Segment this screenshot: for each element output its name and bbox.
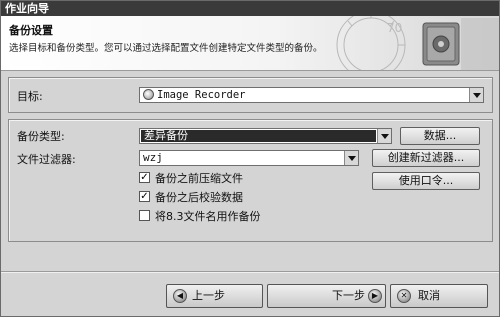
next-label: 下一步 — [332, 289, 365, 302]
page-description: 选择目标和备份类型。您可以通过选择配置文件创建特定文件类型的备份。 — [9, 43, 323, 54]
job-wizard-window: 作业向导 备份设置 选择目标和备份类型。您可以通过选择配置文件创建特定文件类型的… — [0, 0, 500, 317]
page-title: 备份设置 — [9, 24, 53, 37]
short-filename-label: 将8.3文件名用作备份 — [155, 210, 261, 223]
safe-illustration-icon: 70 — [336, 16, 499, 70]
next-arrow-icon: ▶ — [368, 289, 382, 303]
cancel-button[interactable]: ✕ 取消 — [390, 284, 488, 308]
verify-checkbox[interactable]: ✓ — [139, 191, 150, 202]
create-filter-button[interactable]: 创建新过滤器... — [372, 149, 480, 167]
target-group: 目标: Image Recorder — [8, 77, 493, 113]
short-filename-checkbox[interactable] — [139, 210, 150, 221]
back-arrow-icon: ◀ — [173, 289, 187, 303]
verify-label: 备份之后校验数据 — [155, 191, 243, 204]
chevron-down-icon[interactable] — [344, 151, 358, 165]
backup-type-value: 差异备份 — [141, 130, 376, 142]
chevron-down-icon[interactable] — [377, 129, 391, 143]
svg-text:70: 70 — [387, 21, 402, 35]
file-filter-value: wzj — [143, 151, 163, 164]
chevron-down-icon[interactable] — [469, 88, 483, 102]
cancel-label: 取消 — [418, 289, 440, 302]
wizard-header: 备份设置 选择目标和备份类型。您可以通过选择配置文件创建特定文件类型的备份。 7… — [1, 16, 499, 71]
backup-options-group: 备份类型: 差异备份 数据... 文件过滤器: wzj 创建新过滤器... 使用… — [8, 119, 493, 242]
disc-drive-icon — [143, 89, 154, 100]
target-value: Image Recorder — [157, 89, 246, 101]
backup-type-label: 备份类型: — [17, 130, 65, 143]
file-filter-label: 文件过滤器: — [17, 153, 76, 166]
window-title: 作业向导 — [1, 1, 499, 16]
compress-label: 备份之前压缩文件 — [155, 172, 243, 185]
back-button[interactable]: ◀ 上一步 — [166, 284, 263, 308]
use-password-button[interactable]: 使用口令... — [372, 172, 480, 190]
backup-type-dropdown[interactable]: 差异备份 — [139, 128, 392, 144]
back-label: 上一步 — [192, 289, 225, 302]
next-button[interactable]: 下一步 ▶ — [267, 284, 386, 308]
target-label: 目标: — [17, 90, 43, 103]
data-button[interactable]: 数据... — [400, 127, 480, 145]
file-filter-dropdown[interactable]: wzj — [139, 150, 359, 166]
cancel-icon: ✕ — [397, 289, 411, 303]
target-dropdown[interactable]: Image Recorder — [139, 87, 484, 103]
compress-checkbox[interactable]: ✓ — [139, 172, 150, 183]
footer-divider — [1, 271, 499, 273]
